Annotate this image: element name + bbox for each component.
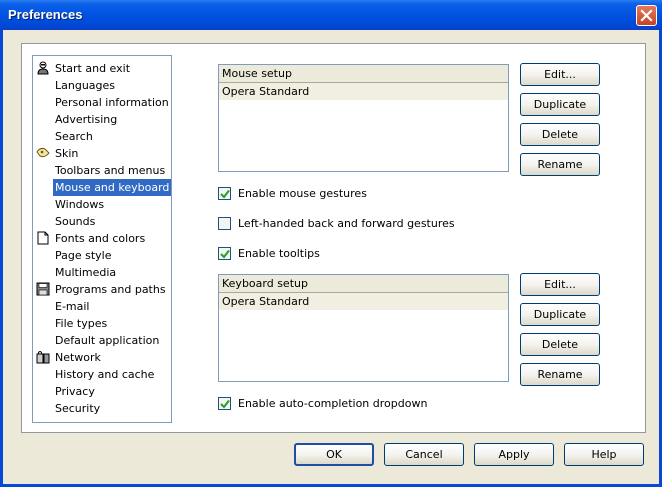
tree-item-label: Skin — [55, 147, 79, 160]
mouse-setup-item[interactable]: Opera Standard — [219, 83, 508, 100]
tree-item-label: Advertising — [55, 113, 118, 126]
mouse-setup-header: Mouse setup — [219, 65, 508, 83]
checkbox-box[interactable] — [218, 397, 231, 410]
close-button[interactable] — [636, 5, 657, 26]
person-icon — [36, 61, 50, 75]
tree-item-label: Privacy — [55, 385, 95, 398]
tree-item-label: Sounds — [55, 215, 96, 228]
tree-item-label: File types — [55, 317, 108, 330]
tree-item-label: E-mail — [55, 300, 90, 313]
tree-item-label: Network — [55, 351, 101, 364]
keyboard-edit-button[interactable]: Edit... — [520, 273, 600, 296]
window-title: Preferences — [8, 7, 83, 22]
mouse-duplicate-button[interactable]: Duplicate — [520, 93, 600, 116]
mouse-setup-list[interactable]: Mouse setup Opera Standard — [218, 64, 509, 172]
mouse-delete-button[interactable]: Delete — [520, 123, 600, 146]
tree-item-label: Start and exit — [55, 62, 131, 75]
category-tree[interactable]: Start and exit Languages Personal informat… — [32, 55, 172, 423]
tree-item-label: History and cache — [55, 368, 155, 381]
tree-item-label: Page style — [55, 249, 112, 262]
ok-button[interactable]: OK — [294, 443, 374, 466]
tree-item-label: Fonts and colors — [55, 232, 146, 245]
check-mark-icon — [220, 399, 230, 409]
keyboard-rename-button[interactable]: Rename — [520, 363, 600, 386]
close-icon — [640, 9, 653, 22]
cancel-button[interactable]: Cancel — [384, 443, 464, 466]
checkbox-box[interactable] — [218, 187, 231, 200]
page-icon — [36, 231, 50, 245]
keyboard-setup-list[interactable]: Keyboard setup Opera Standard — [218, 274, 509, 382]
preferences-window: Preferences Start and exit Languages Perso… — [0, 0, 662, 487]
tree-item-label: Programs and paths — [55, 283, 166, 296]
skin-icon — [36, 146, 50, 160]
checkbox-box[interactable] — [218, 247, 231, 260]
tree-item-label: Search — [55, 130, 93, 143]
keyboard-setup-item[interactable]: Opera Standard — [219, 293, 508, 310]
tree-item-label: Languages — [55, 79, 116, 92]
checkbox-label: Enable mouse gestures — [238, 187, 367, 200]
tree-item-label: Security — [55, 402, 101, 415]
keyboard-duplicate-button[interactable]: Duplicate — [520, 303, 600, 326]
mouse-rename-button[interactable]: Rename — [520, 153, 600, 176]
content-panel: Start and exit Languages Personal informat… — [21, 43, 646, 433]
tree-item-label: Default application — [55, 334, 160, 347]
apply-button[interactable]: Apply — [474, 443, 554, 466]
keyboard-delete-button[interactable]: Delete — [520, 333, 600, 356]
check-mark-icon — [220, 189, 230, 199]
checkbox-label: Enable auto-completion dropdown — [238, 397, 428, 410]
network-lock-icon — [36, 350, 50, 364]
tree-item-label: Mouse and keyboard — [53, 179, 172, 196]
checkbox-label: Left-handed back and forward gestures — [238, 217, 455, 230]
keyboard-setup-header: Keyboard setup — [219, 275, 508, 293]
tree-item-label: Multimedia — [55, 266, 117, 279]
tree-item-label: Toolbars and menus — [55, 164, 166, 177]
disk-icon — [36, 282, 50, 296]
checkbox-box[interactable] — [218, 217, 231, 230]
help-button[interactable]: Help — [564, 443, 644, 466]
tree-item-label: Personal information — [55, 96, 169, 109]
check-mark-icon — [220, 249, 230, 259]
mouse-edit-button[interactable]: Edit... — [520, 63, 600, 86]
tree-item-label: Windows — [55, 198, 105, 211]
checkbox-label: Enable tooltips — [238, 247, 320, 260]
title-bar[interactable]: Preferences — [0, 0, 662, 30]
